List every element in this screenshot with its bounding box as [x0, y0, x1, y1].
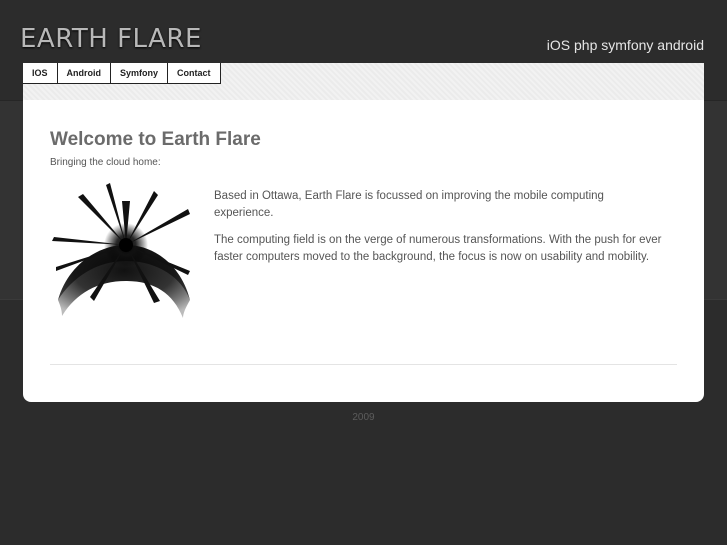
nav-item-ios[interactable]: IOS [23, 63, 57, 83]
page-title: Welcome to Earth Flare [50, 129, 261, 150]
nav-item-contact[interactable]: Contact [167, 63, 220, 83]
intro-paragraph: The computing field is on the verge of n… [214, 234, 662, 263]
site-tagline: iOS php symfony android [546, 37, 704, 53]
nav-item-symfony[interactable]: Symfony [110, 63, 167, 83]
nav-item-android[interactable]: Android [56, 63, 111, 83]
main-nav: IOS Android Symfony Contact [23, 63, 221, 84]
intro-text: Based in Ottawa, Earth Flare is focussed… [214, 188, 664, 276]
content-card: IOS Android Symfony Contact Welcome to E… [23, 63, 704, 402]
earth-flare-graphic-icon [52, 183, 190, 318]
page-subtitle: Bringing the cloud home: [50, 157, 161, 168]
site-logo[interactable]: EARTH FLARE [20, 24, 202, 54]
intro-paragraph: Based in Ottawa, Earth Flare is focussed… [214, 190, 604, 219]
content-divider [50, 364, 677, 365]
footer-copyright: 2009 [352, 412, 375, 423]
